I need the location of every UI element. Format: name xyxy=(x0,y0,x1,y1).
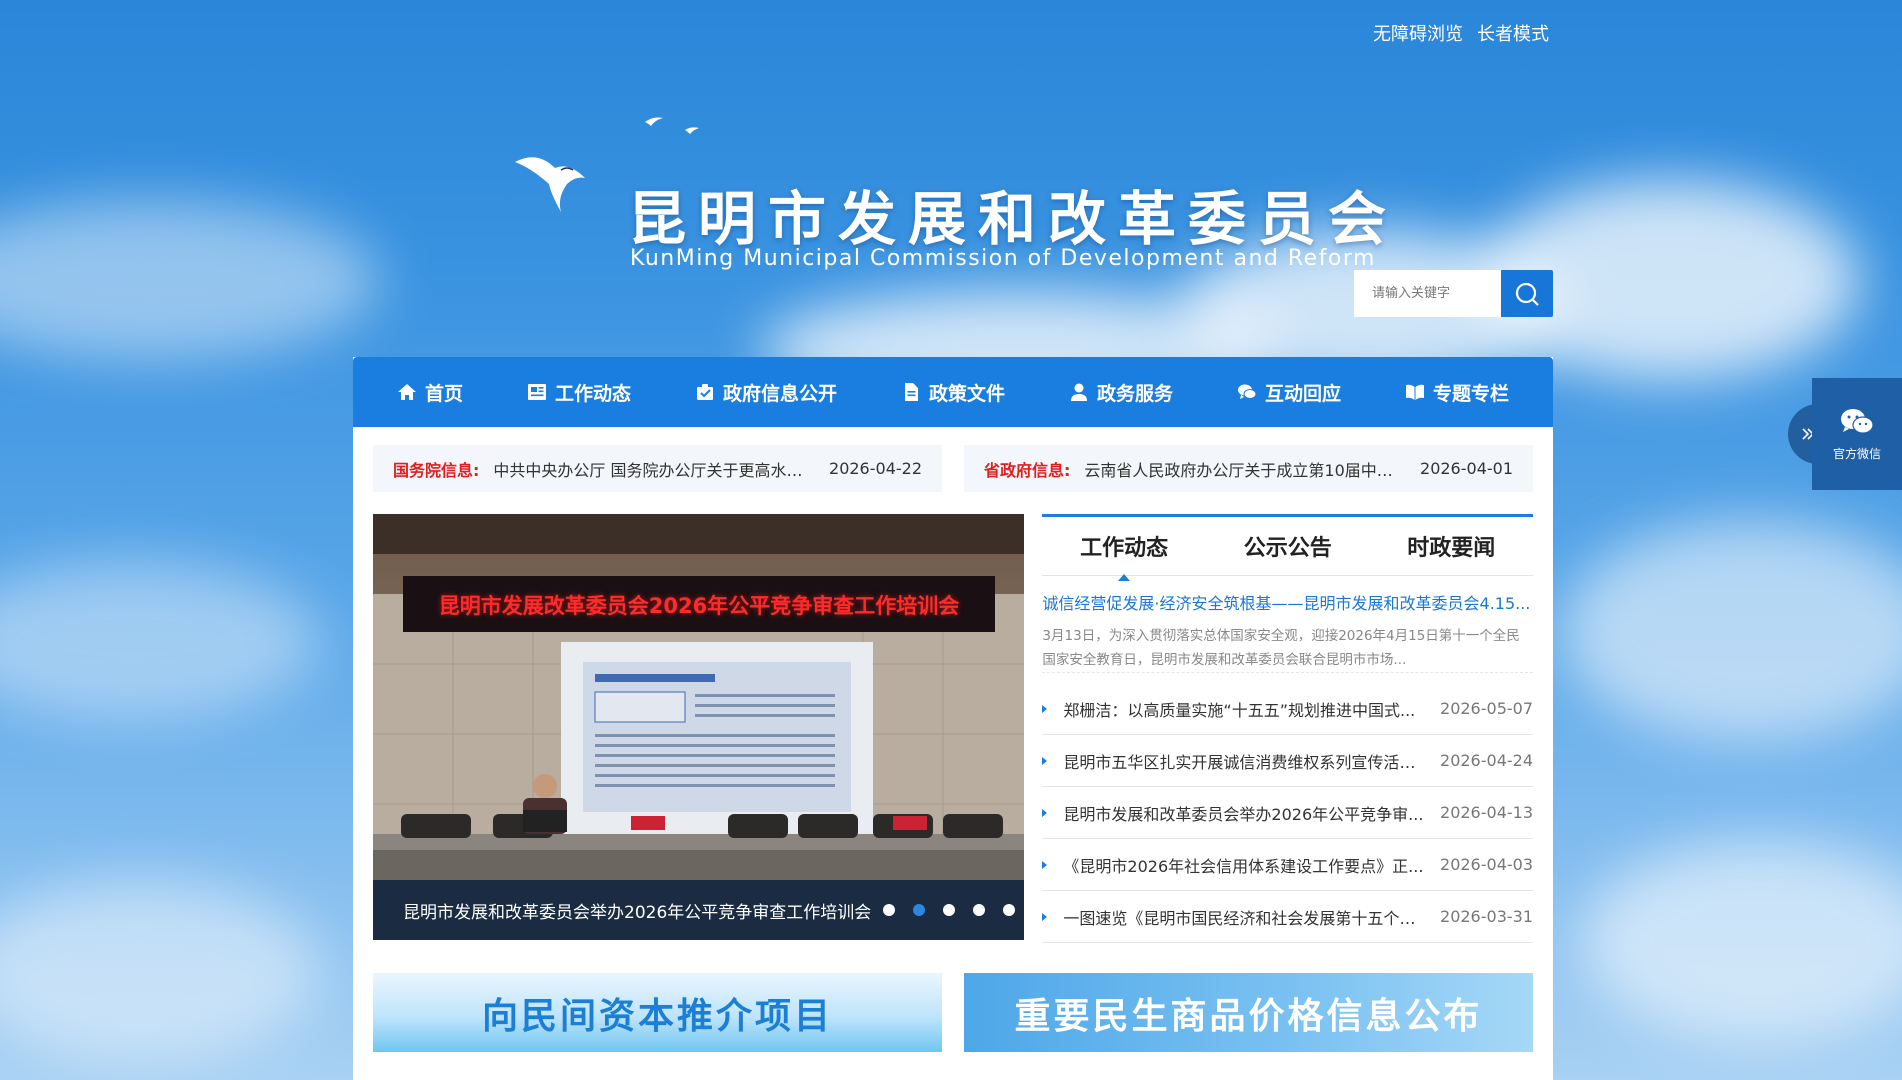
headline-summary: 3月13日，为深入贯彻落实总体国家安全观，迎接2026年4月15日第十一个全民国… xyxy=(1042,624,1533,673)
wechat-icon xyxy=(1841,408,1874,434)
provincial-gov-ticker[interactable]: 省政府信息: 云南省人民政府办公厅关于成立第10届中国... 2026-04-0… xyxy=(964,445,1533,492)
document-icon xyxy=(904,383,918,401)
photo-slider[interactable]: 昆明市发展改革委员会2026年公平竞争审查工作培训会 昆明市发展和改革委员会举办… xyxy=(373,514,1025,940)
news-title: 昆明市五华区扎实开展诚信消费维权系列宣传活动 ... xyxy=(1063,752,1429,772)
main-nav: 首页 工作动态 政府信息公开 政策文件 政务服务 互动回应 专题专栏 xyxy=(353,357,1553,427)
site-subtitle: KunMing Municipal Commission of Developm… xyxy=(630,246,1376,271)
slider-dots xyxy=(883,904,1015,916)
ticker-label: 国务院信息: xyxy=(393,460,480,480)
news-date: 2026-04-24 xyxy=(1440,751,1533,770)
state-council-ticker[interactable]: 国务院信息: 中共中央办公厅 国务院办公厅关于更高水平... 2026-04-2… xyxy=(373,445,942,492)
private-capital-projects-banner[interactable]: 向民间资本推介项目 xyxy=(373,973,942,1052)
news-panel: 工作动态 公示公告 时政要闻 诚信经营促发展·经济安全筑根基——昆明市发展和改革… xyxy=(1042,514,1533,943)
list-item[interactable]: 昆明市五华区扎实开展诚信消费维权系列宣传活动 ... 2026-04-24 xyxy=(1042,735,1533,787)
nav-item-special-topics[interactable]: 专题专栏 xyxy=(1405,379,1509,406)
slider-dot[interactable] xyxy=(883,904,895,916)
bullet-icon xyxy=(1042,808,1048,817)
banner-label: 向民间资本推介项目 xyxy=(481,995,833,1037)
news-tabs: 工作动态 公示公告 时政要闻 xyxy=(1042,517,1533,581)
bullet-icon xyxy=(1042,756,1048,765)
news-title: 昆明市发展和改革委员会举办2026年公平竞争审... xyxy=(1063,804,1424,824)
price-info-banner[interactable]: 重要民生商品价格信息公布 xyxy=(964,973,1533,1052)
list-item[interactable]: 郑栅洁：以高质量实施“十五五”规划推进中国式... 2026-05-07 xyxy=(1042,683,1533,735)
slider-caption[interactable]: 昆明市发展和改革委员会举办2026年公平竞争审查工作培训会 xyxy=(403,898,873,923)
feature-banners: 向民间资本推介项目 重要民生商品价格信息公布 xyxy=(373,973,1533,1052)
nav-item-home[interactable]: 首页 xyxy=(397,379,463,406)
ticker-label: 省政府信息: xyxy=(984,460,1071,480)
main-container: 首页 工作动态 政府信息公开 政策文件 政务服务 互动回应 专题专栏 国务院信息… xyxy=(353,357,1553,1080)
ticker-row: 国务院信息: 中共中央办公厅 国务院办公厅关于更高水平... 2026-04-2… xyxy=(373,445,1533,492)
tab-current-affairs[interactable]: 时政要闻 xyxy=(1397,530,1505,562)
user-icon xyxy=(1070,383,1087,401)
slider-caption-bar: 昆明市发展和改革委员会举办2026年公平竞争审查工作培训会 xyxy=(373,880,1025,940)
ticker-date: 2026-04-22 xyxy=(829,459,922,478)
clipboard-icon xyxy=(696,384,713,400)
slider-dot[interactable] xyxy=(913,904,925,916)
ticker-text[interactable]: 云南省人民政府办公厅关于成立第10届中国... xyxy=(1084,457,1406,481)
bullet-icon xyxy=(1042,912,1048,921)
nav-item-interaction[interactable]: 互动回应 xyxy=(1237,379,1341,406)
news-date: 2026-03-31 xyxy=(1440,907,1533,926)
ticker-text[interactable]: 中共中央办公厅 国务院办公厅关于更高水平... xyxy=(493,457,815,481)
nav-item-gov-info[interactable]: 政府信息公开 xyxy=(695,379,837,406)
slider-dot[interactable] xyxy=(973,904,985,916)
nav-item-work-news[interactable]: 工作动态 xyxy=(527,379,631,406)
tab-announcements[interactable]: 公示公告 xyxy=(1234,530,1342,562)
news-date: 2026-04-03 xyxy=(1440,855,1533,874)
news-icon xyxy=(527,384,546,400)
site-title: 昆明市发展和改革委员会 xyxy=(628,185,1399,253)
accessible-browsing-link[interactable]: 无障碍浏览 xyxy=(1373,20,1463,46)
banner-label: 重要民生商品价格信息公布 xyxy=(1014,995,1483,1037)
slide-banner-text: 昆明市发展改革委员会2026年公平竞争审查工作培训会 xyxy=(438,594,960,618)
wechat-label: 官方微信 xyxy=(1832,446,1881,461)
list-item[interactable]: 昆明市发展和改革委员会举办2026年公平竞争审... 2026-04-13 xyxy=(1042,787,1533,839)
topbar-links: 无障碍浏览 长者模式 xyxy=(1373,20,1549,46)
home-icon xyxy=(397,384,416,400)
main-row: 昆明市发展改革委员会2026年公平竞争审查工作培训会 昆明市发展和改革委员会举办… xyxy=(373,514,1533,943)
bullet-icon xyxy=(1042,704,1048,713)
chat-icon xyxy=(1237,384,1257,399)
news-title: 一图速览《昆明市国民经济和社会发展第十五个五... xyxy=(1063,908,1429,928)
list-item[interactable]: 一图速览《昆明市国民经济和社会发展第十五个五... 2026-03-31 xyxy=(1042,891,1533,943)
nav-item-policy-docs[interactable]: 政策文件 xyxy=(901,379,1005,406)
search-icon xyxy=(1515,282,1539,306)
slider-dot[interactable] xyxy=(943,904,955,916)
search-button[interactable] xyxy=(1501,270,1553,317)
news-date: 2026-05-07 xyxy=(1440,699,1533,718)
ticker-date: 2026-04-01 xyxy=(1420,459,1513,478)
news-date: 2026-04-13 xyxy=(1440,803,1533,822)
slider-dot[interactable] xyxy=(1003,904,1015,916)
nav-item-gov-services[interactable]: 政务服务 xyxy=(1069,379,1173,406)
book-icon xyxy=(1405,384,1424,400)
tab-work-news[interactable]: 工作动态 xyxy=(1070,530,1178,581)
bullet-icon xyxy=(1042,860,1048,869)
news-title: 郑栅洁：以高质量实施“十五五”规划推进中国式... xyxy=(1063,700,1416,720)
news-title: 《昆明市2026年社会信用体系建设工作要点》正... xyxy=(1063,856,1424,876)
search-box xyxy=(1354,270,1553,317)
official-wechat-widget[interactable]: 官方微信 xyxy=(1812,378,1902,490)
headline-link[interactable]: 诚信经营促发展·经济安全筑根基——昆明市发展和改革委员会4.15... xyxy=(1042,590,1533,614)
meeting-photo xyxy=(373,514,1025,940)
news-list: 郑栅洁：以高质量实施“十五五”规划推进中国式... 2026-05-07 昆明市… xyxy=(1042,683,1533,943)
list-item[interactable]: 《昆明市2026年社会信用体系建设工作要点》正... 2026-04-03 xyxy=(1042,839,1533,891)
search-input[interactable] xyxy=(1354,270,1501,317)
elder-mode-link[interactable]: 长者模式 xyxy=(1477,20,1549,46)
